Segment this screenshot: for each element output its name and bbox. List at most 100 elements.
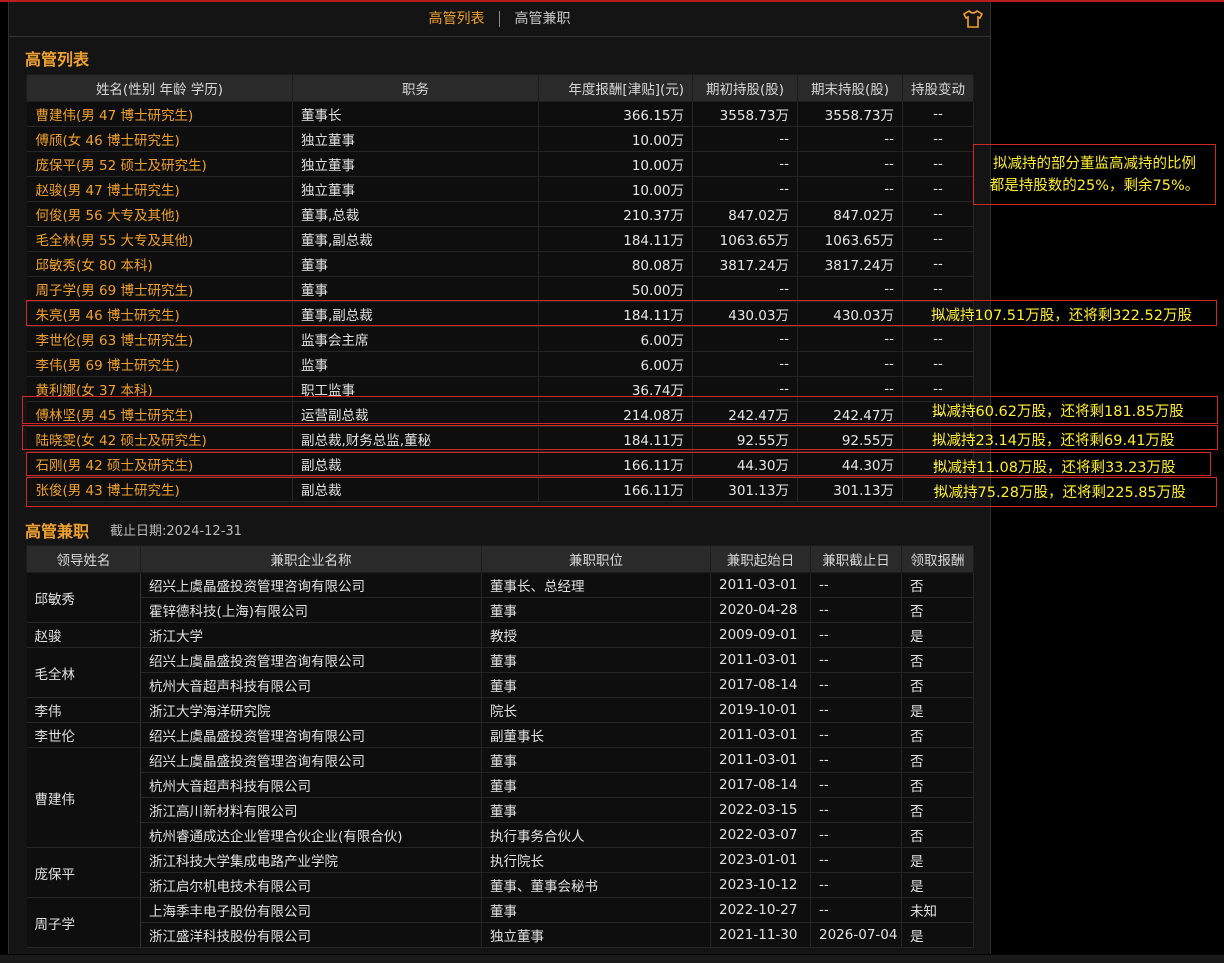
parttime-paid: 否 bbox=[901, 772, 974, 798]
parttime-leader: 赵骏 bbox=[26, 622, 141, 648]
parttime-position: 执行院长 bbox=[481, 847, 711, 873]
exec-change: -- bbox=[902, 151, 974, 177]
parttime-start: 2011-03-01 bbox=[710, 722, 811, 748]
exec-start-shares: -- bbox=[692, 351, 798, 377]
exec-end-shares: 242.47万 bbox=[797, 401, 903, 427]
exec-pay: 6.00万 bbox=[538, 351, 693, 377]
col-company: 兼职企业名称 bbox=[140, 545, 482, 573]
col-role[interactable]: 职务 bbox=[292, 74, 539, 102]
exec-name-link[interactable]: 傅颀(女 46 博士研究生) bbox=[26, 126, 293, 152]
parttime-start: 2021-11-30 bbox=[710, 922, 811, 948]
parttime-end: -- bbox=[810, 772, 902, 798]
parttime-company: 杭州睿通成达企业管理合伙企业(有限合伙) bbox=[140, 822, 482, 848]
exec-pay: 80.08万 bbox=[538, 251, 693, 277]
exec-name-link[interactable]: 陆晓雯(女 42 硕士及研究生) bbox=[26, 426, 293, 452]
exec-role: 董事 bbox=[292, 251, 539, 277]
parttime-company: 浙江大学海洋研究院 bbox=[140, 697, 482, 723]
parttime-start: 2017-08-14 bbox=[710, 772, 811, 798]
col-end-shares[interactable]: 期末持股(股) bbox=[797, 74, 903, 102]
col-pay[interactable]: 年度报酬[津贴](元) bbox=[538, 74, 693, 102]
parttime-paid: 未知 bbox=[901, 897, 974, 923]
exec-role: 监事 bbox=[292, 351, 539, 377]
exec-pay: 10.00万 bbox=[538, 151, 693, 177]
parttime-end: 2026-07-04 bbox=[810, 922, 902, 948]
exec-start-shares: 301.13万 bbox=[692, 476, 798, 502]
exec-row: 曹建伟(男 47 博士研究生) 董事长 366.15万 3558.73万 3558.73… bbox=[26, 101, 974, 127]
exec-name-link[interactable]: 傅林坚(男 45 博士研究生) bbox=[26, 401, 293, 427]
exec-start-shares: -- bbox=[692, 276, 798, 302]
parttime-title: 高管兼职 bbox=[25, 522, 90, 541]
exec-name-link[interactable]: 李伟(男 69 博士研究生) bbox=[26, 351, 293, 377]
parttime-company: 绍兴上虞晶盛投资管理咨询有限公司 bbox=[140, 747, 482, 773]
col-name[interactable]: 姓名(性别 年龄 学历) bbox=[26, 74, 293, 102]
exec-name-link[interactable]: 赵骏(男 47 博士研究生) bbox=[26, 176, 293, 202]
exec-row: 张俊(男 43 博士研究生) 副总裁 166.11万 301.13万 301.13万 -- bbox=[26, 476, 974, 502]
col-start-shares[interactable]: 期初持股(股) bbox=[692, 74, 798, 102]
exec-name-link[interactable]: 石刚(男 42 硕士及研究生) bbox=[26, 451, 293, 477]
parttime-company: 浙江启尔机电技术有限公司 bbox=[140, 872, 482, 898]
exec-role: 独立董事 bbox=[292, 176, 539, 202]
parttime-paid: 是 bbox=[901, 922, 974, 948]
parttime-company: 浙江高川新材料有限公司 bbox=[140, 797, 482, 823]
exec-role: 副总裁,财务总监,董秘 bbox=[292, 426, 539, 452]
col-change[interactable]: 持股变动 bbox=[902, 74, 974, 102]
exec-end-shares: 1063.65万 bbox=[797, 226, 903, 252]
parttime-leader: 邱敏秀 bbox=[26, 572, 141, 623]
exec-name-link[interactable]: 曹建伟(男 47 博士研究生) bbox=[26, 101, 293, 127]
col-leader: 领导姓名 bbox=[26, 545, 141, 573]
parttime-leader: 庞保平 bbox=[26, 847, 141, 898]
exec-role: 董事,副总裁 bbox=[292, 301, 539, 327]
parttime-start: 2023-01-01 bbox=[710, 847, 811, 873]
exec-table-header: 姓名(性别 年龄 学历) 职务 年度报酬[津贴](元) 期初持股(股) 期末持股… bbox=[26, 74, 974, 102]
parttime-position: 董事 bbox=[481, 647, 711, 673]
exec-pay: 50.00万 bbox=[538, 276, 693, 302]
parttime-row: 毛全林 绍兴上虞晶盛投资管理咨询有限公司 董事 2011-03-01 -- 否 bbox=[26, 647, 974, 698]
parttime-end: -- bbox=[810, 872, 902, 898]
shirt-icon[interactable] bbox=[962, 9, 984, 29]
exec-name-link[interactable]: 邱敏秀(女 80 本科) bbox=[26, 251, 293, 277]
exec-pay: 6.00万 bbox=[538, 326, 693, 352]
parttime-start: 2020-04-28 bbox=[710, 597, 811, 623]
note-zhu-liang: 拟减持107.51万股，还将剩322.52万股 bbox=[931, 308, 1192, 324]
exec-name-link[interactable]: 李世伦(男 63 博士研究生) bbox=[26, 326, 293, 352]
exec-end-shares: 430.03万 bbox=[797, 301, 903, 327]
exec-name-link[interactable]: 张俊(男 43 博士研究生) bbox=[26, 476, 293, 502]
parttime-position: 董事 bbox=[481, 772, 711, 798]
parttime-end: -- bbox=[810, 797, 902, 823]
parttime-end: -- bbox=[810, 897, 902, 923]
parttime-leader: 曹建伟 bbox=[26, 747, 141, 848]
exec-row: 李世伦(男 63 博士研究生) 监事会主席 6.00万 -- -- -- bbox=[26, 326, 974, 352]
parttime-start: 2011-03-01 bbox=[710, 747, 811, 773]
parttime-position: 院长 bbox=[481, 697, 711, 723]
parttime-company: 浙江盛洋科技股份有限公司 bbox=[140, 922, 482, 948]
exec-start-shares: -- bbox=[692, 151, 798, 177]
tab-exec-list[interactable]: 高管列表 bbox=[419, 2, 495, 36]
tab-exec-parttime[interactable]: 高管兼职 bbox=[504, 2, 580, 36]
exec-end-shares: 3558.73万 bbox=[797, 101, 903, 127]
exec-change: -- bbox=[902, 351, 974, 377]
exec-name-link[interactable]: 何俊(男 56 大专及其他) bbox=[26, 201, 293, 227]
exec-name-link[interactable]: 庞保平(男 52 硕士及研究生) bbox=[26, 151, 293, 177]
parttime-company: 霍锌德科技(上海)有限公司 bbox=[140, 597, 482, 623]
exec-name-link[interactable]: 黄利娜(女 37 本科) bbox=[26, 376, 293, 402]
summary-note-line2: 都是持股数的25%，剩余75%。 bbox=[989, 178, 1200, 194]
exec-change: -- bbox=[902, 176, 974, 202]
exec-name-link[interactable]: 朱亮(男 46 博士研究生) bbox=[26, 301, 293, 327]
parttime-start: 2023-10-12 bbox=[710, 872, 811, 898]
parttime-paid: 是 bbox=[901, 697, 974, 723]
parttime-start: 2019-10-01 bbox=[710, 697, 811, 723]
parttime-start: 2022-10-27 bbox=[710, 897, 811, 923]
parttime-paid: 是 bbox=[901, 847, 974, 873]
exec-name-link[interactable]: 毛全林(男 55 大专及其他) bbox=[26, 226, 293, 252]
exec-table: 姓名(性别 年龄 学历) 职务 年度报酬[津贴](元) 期初持股(股) 期末持股… bbox=[26, 74, 974, 502]
exec-start-shares: 847.02万 bbox=[692, 201, 798, 227]
parttime-end: -- bbox=[810, 572, 902, 598]
exec-role: 独立董事 bbox=[292, 126, 539, 152]
parttime-row: 浙江盛洋科技股份有限公司 独立董事 2021-11-30 2026-07-04 是 bbox=[27, 922, 974, 948]
parttime-row: 赵骏 浙江大学 教授 2009-09-01 -- 是 bbox=[26, 622, 974, 648]
col-paid: 领取报酬 bbox=[901, 545, 974, 573]
exec-name-link[interactable]: 周子学(男 69 博士研究生) bbox=[26, 276, 293, 302]
exec-role: 董事,副总裁 bbox=[292, 226, 539, 252]
parttime-row: 杭州睿通成达企业管理合伙企业(有限合伙) 执行事务合伙人 2022-03-07 -- 否 bbox=[27, 822, 974, 848]
note-fu-linjian: 拟减持60.62万股，还将剩181.85万股 bbox=[932, 404, 1184, 420]
